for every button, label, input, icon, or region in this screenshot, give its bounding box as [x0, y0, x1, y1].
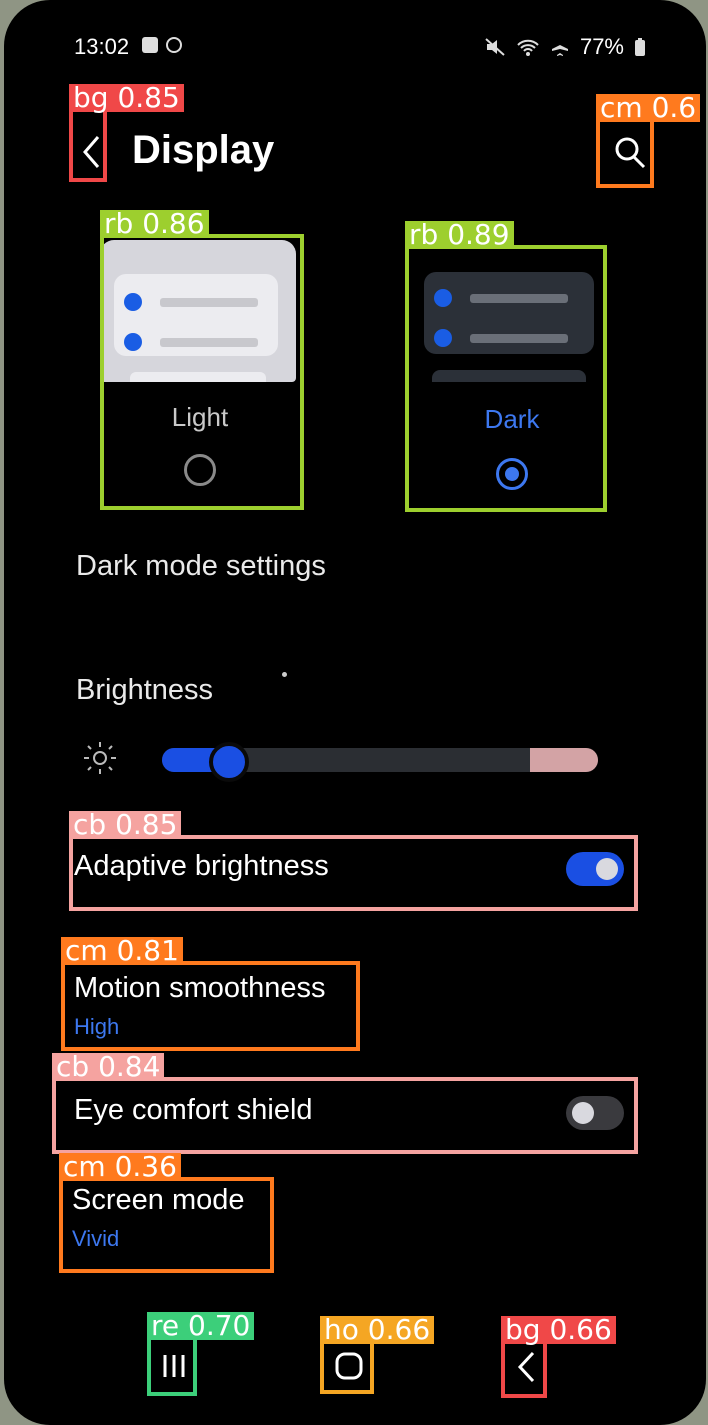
- annotation-label: rb: [409, 218, 439, 251]
- annotation-box: [100, 234, 304, 510]
- annotation-label: cm: [65, 934, 108, 967]
- annotation-label: rb: [104, 207, 134, 240]
- annotation-box: [69, 835, 638, 911]
- annotation-score: 0.70: [188, 1309, 251, 1342]
- annotation-tag: cm 0.6: [596, 91, 701, 124]
- annotation-box: [52, 1077, 638, 1154]
- wifi-icon: [517, 39, 539, 56]
- annotation-box: [405, 245, 607, 512]
- status-time: 13:02: [74, 34, 130, 59]
- page-title: Display: [132, 128, 275, 172]
- annotation-tag: cb 0.85: [69, 808, 182, 841]
- annotation-tag: bg 0.66: [501, 1316, 616, 1344]
- dark-mode-settings-item[interactable]: Dark mode settings: [76, 550, 326, 583]
- brightness-label: Brightness: [76, 674, 214, 706]
- annotation-score: 0.6: [651, 91, 697, 124]
- gallery-notification-icon: [142, 37, 158, 53]
- annotation-box: [61, 961, 360, 1051]
- annotation-score: 0.84: [98, 1050, 161, 1083]
- annotation-box: [59, 1177, 274, 1273]
- annotation-score: 0.89: [447, 218, 510, 251]
- annotation-tag: cm 0.81: [61, 937, 183, 965]
- status-bar: 13:02 77%: [74, 32, 646, 62]
- annotation-box: [501, 1340, 547, 1398]
- battery-icon: [635, 38, 645, 56]
- annotation-score: 0.85: [117, 81, 180, 114]
- annotation-label: ho: [324, 1313, 359, 1346]
- annotation-tag: re 0.70: [147, 1309, 255, 1342]
- mute-icon: [485, 38, 505, 56]
- annotation-label: bg: [505, 1313, 541, 1346]
- annotation-label: cm: [63, 1150, 106, 1183]
- brightness-slider-extra: [530, 748, 598, 772]
- annotation-score: 0.85: [115, 808, 178, 841]
- annotation-tag: rb 0.89: [405, 221, 514, 249]
- annotation-box: [147, 1336, 197, 1396]
- system-icons: 77%: [484, 34, 646, 60]
- brightness-slider-thumb[interactable]: [209, 742, 249, 782]
- notification-icons: [142, 34, 182, 53]
- annotation-tag: rb 0.86: [100, 210, 209, 238]
- annotation-box: [320, 1340, 374, 1394]
- annotation-tag: cm 0.36: [59, 1153, 181, 1181]
- annotation-score: 0.66: [549, 1313, 612, 1346]
- touch-indicator-dot: [282, 672, 287, 677]
- annotation-tag: cb 0.84: [52, 1050, 165, 1083]
- annotation-box: [69, 108, 107, 182]
- annotation-tag: bg 0.85: [69, 84, 184, 112]
- annotation-label: cb: [73, 808, 107, 841]
- annotation-tag: ho 0.66: [320, 1313, 435, 1346]
- annotation-score: 0.81: [116, 934, 179, 967]
- annotation-label: cm: [600, 91, 643, 124]
- annotation-label: re: [151, 1309, 180, 1342]
- app-notification-icon: [166, 37, 182, 53]
- annotation-label: cb: [56, 1050, 90, 1083]
- annotation-score: 0.36: [114, 1150, 177, 1183]
- annotation-box: [596, 118, 654, 188]
- sun-icon: [84, 742, 116, 774]
- airplane-icon: [551, 38, 568, 56]
- annotation-label: bg: [73, 81, 109, 114]
- annotation-score: 0.86: [142, 207, 205, 240]
- annotation-score: 0.66: [367, 1313, 431, 1346]
- battery-percent: 77%: [579, 34, 624, 59]
